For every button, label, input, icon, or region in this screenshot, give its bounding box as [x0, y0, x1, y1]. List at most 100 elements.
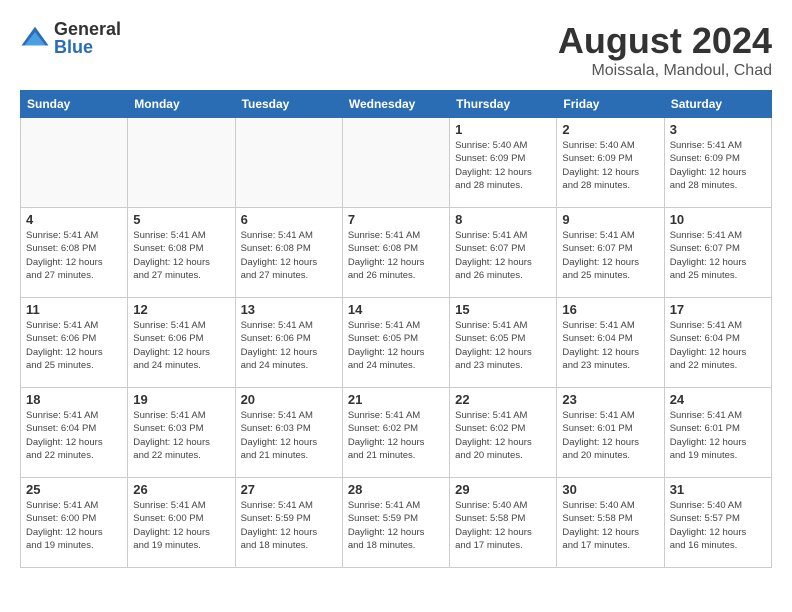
day-detail: Sunrise: 5:41 AM Sunset: 6:03 PM Dayligh…	[241, 409, 337, 462]
day-detail: Sunrise: 5:41 AM Sunset: 6:04 PM Dayligh…	[670, 319, 766, 372]
day-detail: Sunrise: 5:41 AM Sunset: 6:04 PM Dayligh…	[562, 319, 658, 372]
weekday-header-saturday: Saturday	[664, 91, 771, 118]
day-number: 27	[241, 482, 337, 497]
calendar-cell	[235, 118, 342, 208]
calendar-week-row: 1 Sunrise: 5:40 AM Sunset: 6:09 PM Daylig…	[21, 118, 772, 208]
calendar-table: SundayMondayTuesdayWednesdayThursdayFrid…	[20, 90, 772, 568]
calendar-cell: 10 Sunrise: 5:41 AM Sunset: 6:07 PM Dayli…	[664, 208, 771, 298]
day-number: 26	[133, 482, 229, 497]
calendar-week-row: 4 Sunrise: 5:41 AM Sunset: 6:08 PM Daylig…	[21, 208, 772, 298]
calendar-cell: 11 Sunrise: 5:41 AM Sunset: 6:06 PM Dayli…	[21, 298, 128, 388]
calendar-cell: 6 Sunrise: 5:41 AM Sunset: 6:08 PM Daylig…	[235, 208, 342, 298]
calendar-cell: 18 Sunrise: 5:41 AM Sunset: 6:04 PM Dayli…	[21, 388, 128, 478]
calendar-cell	[342, 118, 449, 208]
calendar-header: SundayMondayTuesdayWednesdayThursdayFrid…	[21, 91, 772, 118]
day-detail: Sunrise: 5:41 AM Sunset: 5:59 PM Dayligh…	[348, 499, 444, 552]
day-detail: Sunrise: 5:41 AM Sunset: 6:01 PM Dayligh…	[562, 409, 658, 462]
calendar-cell: 30Sunrise: 5:40 AM Sunset: 5:58 PM Dayli…	[557, 478, 664, 568]
day-number: 21	[348, 392, 444, 407]
day-number: 17	[670, 302, 766, 317]
logo-icon	[20, 23, 50, 53]
day-number: 9	[562, 212, 658, 227]
day-detail: Sunrise: 5:41 AM Sunset: 6:09 PM Dayligh…	[670, 139, 766, 192]
day-number: 18	[26, 392, 122, 407]
day-number: 2	[562, 122, 658, 137]
day-number: 29	[455, 482, 551, 497]
day-number: 23	[562, 392, 658, 407]
day-number: 10	[670, 212, 766, 227]
day-number: 20	[241, 392, 337, 407]
day-number: 16	[562, 302, 658, 317]
day-number: 24	[670, 392, 766, 407]
page-header: General Blue August 2024 Moissala, Mando…	[20, 20, 772, 80]
day-detail: Sunrise: 5:40 AM Sunset: 5:57 PM Dayligh…	[670, 499, 766, 552]
day-detail: Sunrise: 5:41 AM Sunset: 6:04 PM Dayligh…	[26, 409, 122, 462]
calendar-body: 1 Sunrise: 5:40 AM Sunset: 6:09 PM Daylig…	[21, 118, 772, 568]
calendar-cell: 7Sunrise: 5:41 AM Sunset: 6:08 PM Daylig…	[342, 208, 449, 298]
calendar-cell	[21, 118, 128, 208]
calendar-cell: 8Sunrise: 5:41 AM Sunset: 6:07 PM Daylig…	[450, 208, 557, 298]
day-detail: Sunrise: 5:41 AM Sunset: 5:59 PM Dayligh…	[241, 499, 337, 552]
day-detail: Sunrise: 5:41 AM Sunset: 6:07 PM Dayligh…	[670, 229, 766, 282]
day-number: 12	[133, 302, 229, 317]
day-number: 30	[562, 482, 658, 497]
calendar-cell: 21 Sunrise: 5:41 AM Sunset: 6:02 PM Dayli…	[342, 388, 449, 478]
day-detail: Sunrise: 5:40 AM Sunset: 6:09 PM Dayligh…	[455, 139, 551, 192]
day-detail: Sunrise: 5:41 AM Sunset: 6:02 PM Dayligh…	[455, 409, 551, 462]
day-number: 14	[348, 302, 444, 317]
day-detail: Sunrise: 5:41 AM Sunset: 6:08 PM Dayligh…	[241, 229, 337, 282]
calendar-cell: 23 Sunrise: 5:41 AM Sunset: 6:01 PM Dayli…	[557, 388, 664, 478]
weekday-header-monday: Monday	[128, 91, 235, 118]
calendar-cell: 25 Sunrise: 5:41 AM Sunset: 6:00 PM Dayli…	[21, 478, 128, 568]
logo-blue: Blue	[54, 38, 121, 56]
day-detail: Sunrise: 5:41 AM Sunset: 6:06 PM Dayligh…	[26, 319, 122, 372]
day-number: 6	[241, 212, 337, 227]
calendar-cell: 16 Sunrise: 5:41 AM Sunset: 6:04 PM Dayli…	[557, 298, 664, 388]
day-detail: Sunrise: 5:40 AM Sunset: 6:09 PM Dayligh…	[562, 139, 658, 192]
calendar-cell: 24Sunrise: 5:41 AM Sunset: 6:01 PM Dayli…	[664, 388, 771, 478]
day-number: 19	[133, 392, 229, 407]
calendar-cell: 4 Sunrise: 5:41 AM Sunset: 6:08 PM Daylig…	[21, 208, 128, 298]
day-detail: Sunrise: 5:41 AM Sunset: 6:08 PM Dayligh…	[133, 229, 229, 282]
calendar-cell: 15 Sunrise: 5:41 AM Sunset: 6:05 PM Dayli…	[450, 298, 557, 388]
day-number: 13	[241, 302, 337, 317]
day-detail: Sunrise: 5:41 AM Sunset: 6:05 PM Dayligh…	[455, 319, 551, 372]
calendar-cell: 28 Sunrise: 5:41 AM Sunset: 5:59 PM Dayli…	[342, 478, 449, 568]
day-number: 11	[26, 302, 122, 317]
title-area: August 2024 Moissala, Mandoul, Chad	[558, 20, 772, 80]
calendar-cell: 9 Sunrise: 5:41 AM Sunset: 6:07 PM Daylig…	[557, 208, 664, 298]
day-detail: Sunrise: 5:41 AM Sunset: 6:00 PM Dayligh…	[26, 499, 122, 552]
day-detail: Sunrise: 5:41 AM Sunset: 6:07 PM Dayligh…	[562, 229, 658, 282]
calendar-cell: 3Sunrise: 5:41 AM Sunset: 6:09 PM Daylig…	[664, 118, 771, 208]
day-number: 15	[455, 302, 551, 317]
day-detail: Sunrise: 5:40 AM Sunset: 5:58 PM Dayligh…	[455, 499, 551, 552]
weekday-header-wednesday: Wednesday	[342, 91, 449, 118]
day-detail: Sunrise: 5:41 AM Sunset: 6:06 PM Dayligh…	[241, 319, 337, 372]
calendar-cell: 27 Sunrise: 5:41 AM Sunset: 5:59 PM Dayli…	[235, 478, 342, 568]
day-number: 1	[455, 122, 551, 137]
calendar-cell: 29 Sunrise: 5:40 AM Sunset: 5:58 PM Dayli…	[450, 478, 557, 568]
weekday-header-row: SundayMondayTuesdayWednesdayThursdayFrid…	[21, 91, 772, 118]
month-year-title: August 2024	[558, 20, 772, 62]
day-number: 7	[348, 212, 444, 227]
calendar-cell: 2 Sunrise: 5:40 AM Sunset: 6:09 PM Daylig…	[557, 118, 664, 208]
calendar-cell: 13 Sunrise: 5:41 AM Sunset: 6:06 PM Dayli…	[235, 298, 342, 388]
day-number: 8	[455, 212, 551, 227]
calendar-cell: 31Sunrise: 5:40 AM Sunset: 5:57 PM Dayli…	[664, 478, 771, 568]
day-number: 28	[348, 482, 444, 497]
calendar-cell: 1 Sunrise: 5:40 AM Sunset: 6:09 PM Daylig…	[450, 118, 557, 208]
calendar-week-row: 18 Sunrise: 5:41 AM Sunset: 6:04 PM Dayli…	[21, 388, 772, 478]
calendar-week-row: 11 Sunrise: 5:41 AM Sunset: 6:06 PM Dayli…	[21, 298, 772, 388]
day-number: 5	[133, 212, 229, 227]
day-detail: Sunrise: 5:41 AM Sunset: 6:02 PM Dayligh…	[348, 409, 444, 462]
day-detail: Sunrise: 5:41 AM Sunset: 6:08 PM Dayligh…	[26, 229, 122, 282]
calendar-week-row: 25 Sunrise: 5:41 AM Sunset: 6:00 PM Dayli…	[21, 478, 772, 568]
logo-text: General Blue	[54, 20, 121, 56]
calendar-cell: 12Sunrise: 5:41 AM Sunset: 6:06 PM Dayli…	[128, 298, 235, 388]
day-detail: Sunrise: 5:41 AM Sunset: 6:03 PM Dayligh…	[133, 409, 229, 462]
day-detail: Sunrise: 5:41 AM Sunset: 6:00 PM Dayligh…	[133, 499, 229, 552]
day-number: 4	[26, 212, 122, 227]
calendar-cell: 19 Sunrise: 5:41 AM Sunset: 6:03 PM Dayli…	[128, 388, 235, 478]
day-number: 25	[26, 482, 122, 497]
location-subtitle: Moissala, Mandoul, Chad	[558, 62, 772, 80]
